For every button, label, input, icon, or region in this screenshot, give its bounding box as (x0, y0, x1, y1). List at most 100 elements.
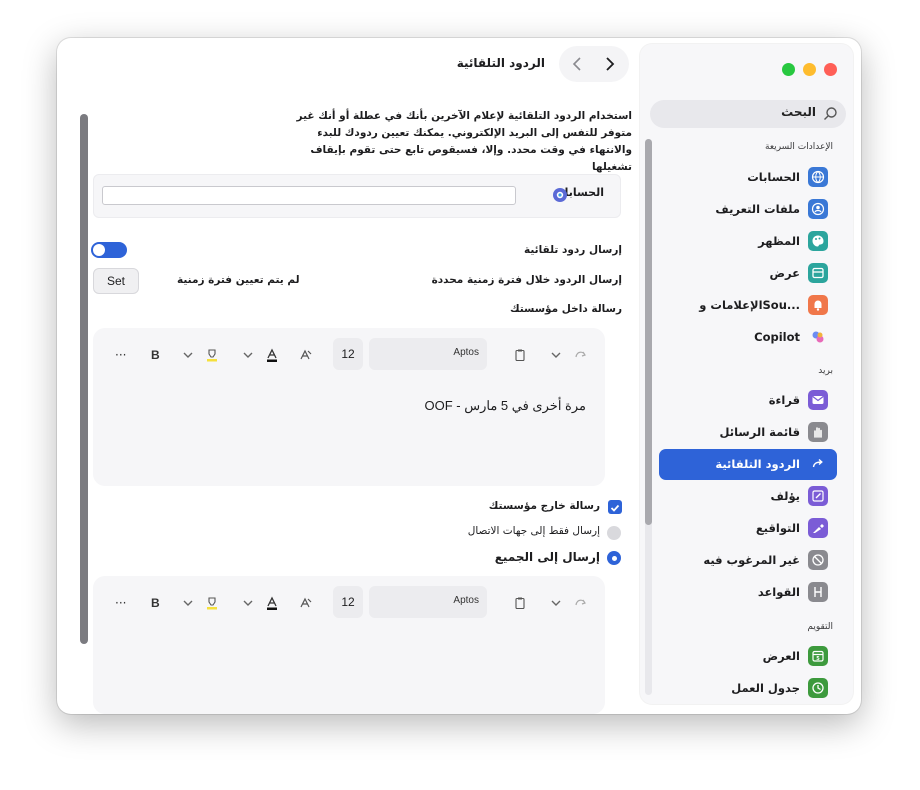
close-button[interactable] (824, 63, 837, 76)
reply-arrow-icon (808, 454, 828, 474)
send-during-period-label: إرسال الردود خلال فترة زمنية محددة (431, 274, 622, 286)
font-family-select[interactable]: Aptos (369, 338, 487, 370)
mail-header: بريد (818, 366, 833, 376)
display-icon (808, 263, 828, 283)
paste-icon[interactable] (513, 594, 527, 612)
copilot-icon (808, 327, 828, 347)
sidebar-item-label: قائمة الرسائل (719, 425, 800, 439)
highlight-dropdown-icon[interactable] (181, 594, 195, 612)
text-style-icon[interactable] (299, 346, 313, 364)
sidebar-item-label: جدول العمل (731, 681, 800, 695)
undo-dropdown-icon[interactable] (549, 346, 563, 364)
sidebar-item-mail-4[interactable]: التواقيع (756, 515, 828, 541)
page-title: الردود التلقائية (456, 56, 545, 70)
font-family-select[interactable]: Aptos (369, 586, 487, 618)
sidebar-item-mail-3[interactable]: يؤلف (770, 483, 828, 509)
accounts-select[interactable] (102, 186, 516, 205)
sidebar-item-quick-0[interactable]: الحسابات (747, 164, 828, 190)
sidebar-item-label: الردود التلقائية (715, 457, 800, 471)
font-size-select[interactable]: 12 (333, 338, 363, 370)
everyone-radio[interactable] (607, 551, 621, 565)
main-pane: الردود التلقائية استخدام الردود التلقائي… (57, 38, 640, 714)
main-scrollbar[interactable] (80, 114, 88, 644)
bold-button[interactable]: B (151, 594, 160, 612)
sidebar-item-quick-4[interactable]: الإعلامات وSou... (699, 292, 828, 318)
font-color-dropdown-icon[interactable] (241, 594, 255, 612)
sidebar-item-label: Copilot (754, 330, 800, 344)
sidebar-item-mail-0[interactable]: قراءة (769, 387, 828, 413)
contacts-only-radio[interactable] (607, 526, 621, 540)
highlighter-icon[interactable] (205, 346, 219, 364)
no-period-text: لم يتم تعيين فترة زمنية (177, 274, 300, 286)
font-size-select[interactable]: 12 (333, 586, 363, 618)
outside-org-checkbox[interactable] (608, 500, 622, 514)
font-color-dropdown-icon[interactable] (241, 346, 255, 364)
editor-toolbar: ··· B 12 Aptos (93, 338, 605, 372)
hand-icon (808, 422, 828, 442)
search-label: البحث (781, 105, 816, 119)
contacts-only-label: إرسال فقط إلى جهات الاتصال (467, 525, 600, 537)
forward-icon[interactable] (603, 56, 617, 72)
globe-icon (808, 167, 828, 187)
search-icon (824, 107, 837, 120)
sidebar-item-label: القواعد (757, 585, 800, 599)
accounts-row: الحسابات (93, 174, 621, 218)
settings-sidebar: البحث الإعدادات السريعة بريد التقويم الح… (640, 44, 853, 704)
sidebar-item-quick-1[interactable]: ملفات التعريف (715, 196, 828, 222)
palette-icon (808, 231, 828, 251)
compose-icon (808, 486, 828, 506)
sidebar-item-mail-1[interactable]: قائمة الرسائل (720, 419, 828, 445)
signature-icon (808, 518, 828, 538)
more-options-button[interactable]: ··· (115, 346, 126, 364)
paste-icon[interactable] (513, 346, 527, 364)
quick-settings-header: الإعدادات السريعة (765, 142, 833, 152)
outside-message-editor: ··· B 12 Aptos (93, 576, 605, 714)
sidebar-item-mail-2[interactable]: الردود التلقائية (715, 451, 828, 477)
redo-icon[interactable] (573, 346, 587, 364)
auto-replies-toggle[interactable] (91, 242, 127, 258)
radio-dot (611, 555, 617, 561)
text-style-icon[interactable] (299, 594, 313, 612)
font-color-icon[interactable] (265, 594, 279, 612)
back-icon[interactable] (571, 56, 585, 72)
more-options-button[interactable]: ··· (115, 594, 126, 612)
minimize-button[interactable] (803, 63, 816, 76)
redo-icon[interactable] (573, 594, 587, 612)
sidebar-item-label: يؤلف (770, 489, 800, 503)
sidebar-item-quick-2[interactable]: المظهر (758, 228, 828, 254)
sidebar-scrollbar[interactable] (645, 139, 652, 695)
inside-message-editor: ··· B 12 Aptos OOF - مرة أخرى في 5 مارس (93, 328, 605, 486)
sidebar-item-quick-3[interactable]: عرض (770, 260, 828, 286)
search-input[interactable]: البحث (650, 100, 846, 128)
zoom-button[interactable] (782, 63, 795, 76)
traffic-lights (782, 63, 837, 76)
sidebar-item-mail-6[interactable]: القواعد (758, 579, 828, 605)
sidebar-item-mail-5[interactable]: غير المرغوب فيه (703, 547, 828, 573)
settings-window: الردود التلقائية استخدام الردود التلقائي… (57, 38, 861, 714)
checkmark-icon (610, 504, 620, 512)
toggle-knob (93, 244, 105, 256)
undo-dropdown-icon[interactable] (549, 594, 563, 612)
sidebar-item-calendar-1[interactable]: جدول العمل (731, 675, 828, 701)
sidebar-item-label: غير المرغوب فيه (703, 553, 800, 567)
junk-icon (808, 550, 828, 570)
sidebar-item-label: العرض (762, 649, 800, 663)
sidebar-item-label: قراءة (768, 393, 800, 407)
inside-message-text[interactable]: OOF - مرة أخرى في 5 مارس (425, 398, 586, 414)
inside-org-label: رسالة داخل مؤسستك (509, 303, 622, 315)
rules-icon (808, 582, 828, 602)
sidebar-item-label: الحسابات (747, 170, 800, 184)
set-period-button[interactable]: Set (93, 268, 139, 294)
sidebar-item-calendar-0[interactable]: 5 العرض (763, 643, 828, 669)
highlighter-icon[interactable] (205, 594, 219, 612)
sidebar-scroll-thumb[interactable] (645, 139, 652, 525)
sidebar-item-label: ملفات التعريف (715, 202, 800, 216)
sidebar-item-label: الإعلامات وSou... (699, 298, 800, 312)
sidebar-item-quick-5[interactable]: Copilot (754, 324, 828, 350)
envelope-icon (808, 390, 828, 410)
outside-org-label: رسالة خارج مؤسستك (488, 500, 600, 512)
font-color-icon[interactable] (265, 346, 279, 364)
sidebar-item-label: عرض (769, 266, 800, 280)
highlight-dropdown-icon[interactable] (181, 346, 195, 364)
bold-button[interactable]: B (151, 346, 160, 364)
